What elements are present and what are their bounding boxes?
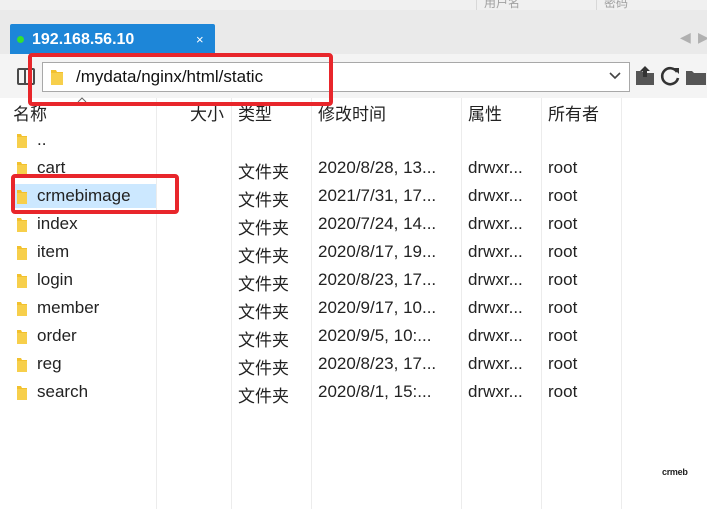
file-modified: 2020/9/17, 10... xyxy=(318,298,437,317)
folder-icon xyxy=(17,218,27,232)
file-name: cart xyxy=(37,158,66,177)
file-name: index xyxy=(37,214,78,233)
file-name: login xyxy=(37,270,73,289)
file-attrs: drwxr... xyxy=(468,354,523,373)
refresh-icon[interactable] xyxy=(658,63,682,89)
connected-status-icon xyxy=(17,36,24,43)
file-owner: root xyxy=(548,298,578,317)
column-header-name[interactable]: 名称 xyxy=(13,100,47,125)
column-header-modified[interactable]: 修改时间 xyxy=(318,100,386,125)
file-modified: 2020/8/1, 15:... xyxy=(318,382,432,401)
file-type: 文件夹 xyxy=(238,247,289,266)
column-header-size[interactable]: 大小 xyxy=(190,100,224,125)
file-owner: root xyxy=(548,242,578,261)
file-type: 文件夹 xyxy=(238,275,289,294)
file-name: reg xyxy=(37,354,62,373)
folder-row-search[interactable]: search 文件夹 2020/8/1, 15:... drwxr... root xyxy=(0,378,707,406)
column-divider xyxy=(476,0,477,10)
column-header-owner[interactable]: 所有者 xyxy=(548,100,599,125)
file-owner: root xyxy=(548,382,578,401)
path-text: /mydata/nginx/html/static xyxy=(76,67,264,86)
folder-icon xyxy=(17,302,27,316)
file-type: 文件夹 xyxy=(238,219,289,238)
file-attrs: drwxr... xyxy=(468,186,523,205)
session-tab[interactable]: 192.168.56.10 × xyxy=(10,24,215,56)
folder-row-member[interactable]: member 文件夹 2020/9/17, 10... drwxr... root xyxy=(0,294,707,322)
file-owner: root xyxy=(548,158,578,177)
folder-row-crmebimage[interactable]: crmebimage 文件夹 2021/7/31, 17... drwxr... roo… xyxy=(0,182,707,210)
watermark-logo: crmeb xyxy=(662,467,688,477)
panel-toggle-icon[interactable] xyxy=(17,68,35,85)
file-owner: root xyxy=(548,214,578,233)
folder-icon xyxy=(17,246,27,260)
column-header-type[interactable]: 类型 xyxy=(238,100,272,125)
folder-up-icon[interactable] xyxy=(634,63,656,89)
column-divider xyxy=(596,0,597,10)
file-attrs: drwxr... xyxy=(468,158,523,177)
file-attrs: drwxr... xyxy=(468,298,523,317)
file-owner: root xyxy=(548,186,578,205)
folder-icon[interactable] xyxy=(684,63,707,89)
folder-icon xyxy=(17,134,27,148)
session-tab-title: 192.168.56.10 xyxy=(32,31,135,48)
file-owner: root xyxy=(548,354,578,373)
file-name: member xyxy=(37,298,100,317)
file-type: 文件夹 xyxy=(238,359,289,378)
file-modified: 2020/8/17, 19... xyxy=(318,242,437,261)
folder-row-order[interactable]: order 文件夹 2020/9/5, 10:... drwxr... root xyxy=(0,322,707,350)
file-name: search xyxy=(37,382,89,401)
sort-ascending-icon xyxy=(77,97,87,103)
folder-row-login[interactable]: login 文件夹 2020/8/23, 17... drwxr... root xyxy=(0,266,707,294)
file-type: 文件夹 xyxy=(238,163,289,182)
folder-icon xyxy=(17,162,27,176)
folder-icon xyxy=(17,358,27,372)
folder-icon xyxy=(17,190,27,204)
file-type: 文件夹 xyxy=(238,331,289,350)
file-name: .. xyxy=(37,130,47,149)
folder-row-cart[interactable]: cart 文件夹 2020/8/28, 13... drwxr... root xyxy=(0,154,707,182)
tab-next-icon[interactable]: ▶ xyxy=(698,29,707,46)
folder-icon xyxy=(17,330,27,344)
file-attrs: drwxr... xyxy=(468,242,523,261)
chevron-down-icon[interactable] xyxy=(609,71,621,81)
file-type: 文件夹 xyxy=(238,387,289,406)
file-modified: 2020/8/23, 17... xyxy=(318,270,437,289)
folder-icon xyxy=(17,386,27,400)
parent-directory-row[interactable]: .. xyxy=(0,126,707,154)
file-modified: 2020/8/23, 17... xyxy=(318,354,437,373)
folder-icon xyxy=(17,274,27,288)
tab-prev-icon[interactable]: ◀ xyxy=(680,29,691,46)
file-attrs: drwxr... xyxy=(468,214,523,233)
folder-row-index[interactable]: index 文件夹 2020/7/24, 14... drwxr... root xyxy=(0,210,707,238)
column-header-attrs[interactable]: 属性 xyxy=(468,100,502,125)
file-modified: 2020/7/24, 14... xyxy=(318,214,437,233)
file-name: item xyxy=(37,242,70,261)
file-list-header: 名称 大小 类型 修改时间 属性 所有者 xyxy=(0,98,707,124)
folder-icon xyxy=(51,70,63,85)
file-owner: root xyxy=(548,326,578,345)
folder-row-item[interactable]: item 文件夹 2020/8/17, 19... drwxr... root xyxy=(0,238,707,266)
file-type: 文件夹 xyxy=(238,191,289,210)
file-modified: 2021/7/31, 17... xyxy=(318,186,437,205)
close-icon[interactable]: × xyxy=(196,32,204,47)
file-owner: root xyxy=(548,270,578,289)
file-modified: 2020/9/5, 10:... xyxy=(318,326,432,345)
file-name: order xyxy=(37,326,77,345)
file-type: 文件夹 xyxy=(238,303,289,322)
file-attrs: drwxr... xyxy=(468,382,523,401)
path-input[interactable]: /mydata/nginx/html/static xyxy=(42,62,630,92)
folder-row-reg[interactable]: reg 文件夹 2020/8/23, 17... drwxr... root xyxy=(0,350,707,378)
file-modified: 2020/8/28, 13... xyxy=(318,158,437,177)
file-attrs: drwxr... xyxy=(468,326,523,345)
file-attrs: drwxr... xyxy=(468,270,523,289)
tab-bar: 192.168.56.10 × ◀ ▶ xyxy=(0,10,707,56)
file-name: crmebimage xyxy=(37,186,131,205)
